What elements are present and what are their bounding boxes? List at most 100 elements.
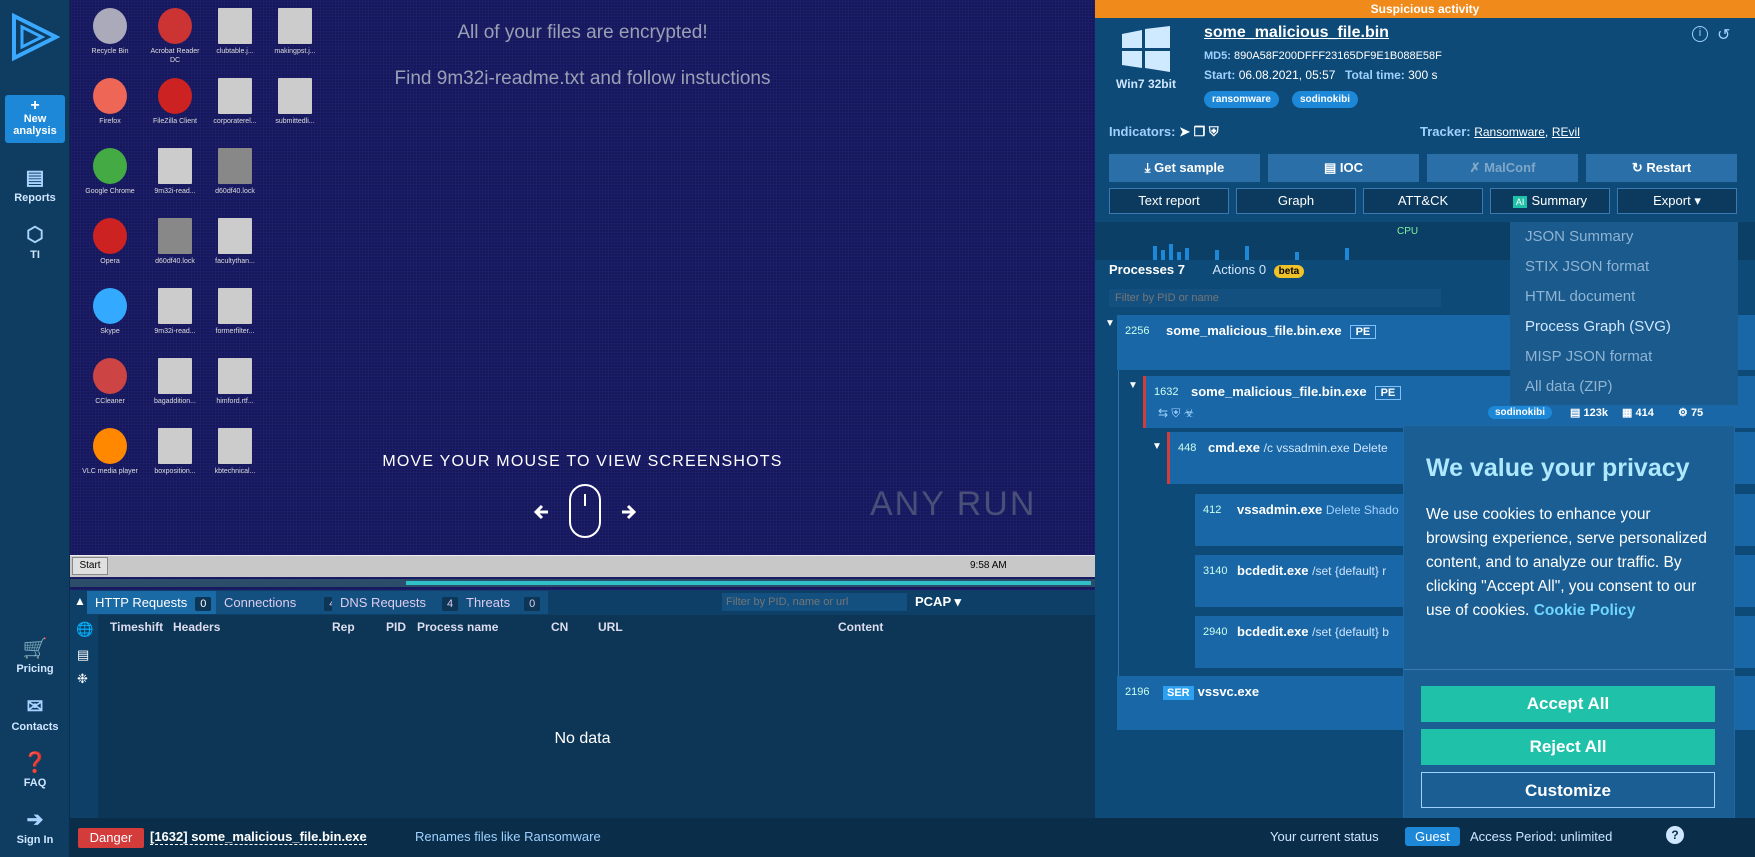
- file-icon: [93, 148, 127, 184]
- nav-pricing-label: Pricing: [16, 663, 54, 675]
- tab-connections[interactable]: Connections4: [216, 591, 349, 614]
- col-rep[interactable]: Rep: [332, 620, 355, 634]
- start-label: Start:: [1204, 68, 1236, 82]
- tag-ransomware[interactable]: ransomware: [1204, 91, 1279, 108]
- nav-reports-label: Reports: [14, 192, 56, 204]
- nav-ti-label: TI: [30, 249, 40, 261]
- info-icon[interactable]: i: [1692, 26, 1708, 42]
- desktop-icon[interactable]: d60df40.lock: [205, 148, 265, 196]
- col-timeshift[interactable]: Timeshift: [110, 620, 163, 634]
- export-button[interactable]: Export ▾: [1617, 188, 1737, 214]
- screenshot-progress[interactable]: [70, 579, 1095, 587]
- desktop-icon[interactable]: himford.rtf...: [205, 358, 265, 406]
- tab-http-requests[interactable]: HTTP Requests 0: [87, 591, 220, 614]
- col-process-name[interactable]: Process name: [417, 620, 498, 634]
- summary-button[interactable]: AI Summary: [1490, 188, 1610, 214]
- tab-dns-requests[interactable]: DNS Requests 4: [332, 591, 467, 614]
- desktop-icon[interactable]: Recycle Bin: [80, 8, 140, 56]
- process-name: some_malicious_file.bin.exe PE: [1166, 323, 1377, 339]
- desktop-icon[interactable]: Google Chrome: [80, 148, 140, 196]
- bug-icon[interactable]: ❉: [77, 671, 88, 687]
- desktop-icon[interactable]: bagaddition...: [145, 358, 205, 406]
- malconf-button[interactable]: ✗ MalConf: [1427, 154, 1578, 182]
- share-icon[interactable]: ↺: [1717, 25, 1730, 45]
- reject-all-button[interactable]: Reject All: [1421, 729, 1715, 765]
- status-process-link[interactable]: [1632] some_malicious_file.bin.exe: [150, 829, 367, 845]
- export-stix-json[interactable]: STIX JSON format: [1510, 252, 1738, 282]
- globe-icon[interactable]: 🌐: [76, 621, 93, 638]
- collapse-icon[interactable]: ▲: [74, 594, 86, 608]
- desktop-icon[interactable]: corporaterel...: [205, 78, 265, 126]
- nav-signin[interactable]: ➔ Sign In: [4, 807, 66, 846]
- export-json-summary[interactable]: JSON Summary: [1510, 222, 1738, 252]
- anyrun-logo-icon[interactable]: [10, 12, 60, 62]
- vm-screenshot[interactable]: All of your files are encrypted! Find 9m…: [70, 0, 1095, 590]
- tag-sodinokibi[interactable]: sodinokibi: [1292, 91, 1358, 108]
- get-sample-button[interactable]: ⤓ Get sample: [1109, 154, 1260, 182]
- start-button[interactable]: Start: [72, 557, 108, 575]
- accept-all-button[interactable]: Accept All: [1421, 686, 1715, 722]
- tracker-link-revil[interactable]: REvil: [1552, 125, 1580, 139]
- processes-tab[interactable]: Processes 7: [1109, 262, 1185, 277]
- export-process-graph[interactable]: Process Graph (SVG): [1510, 312, 1738, 342]
- desktop-icon[interactable]: 9m32i-read...: [145, 288, 205, 336]
- restart-button[interactable]: ↻ Restart: [1586, 154, 1737, 182]
- export-html-document[interactable]: HTML document: [1510, 282, 1738, 312]
- graph-button[interactable]: Graph: [1236, 188, 1356, 214]
- desktop-icon-label: Recycle Bin: [91, 48, 129, 55]
- desktop-icon[interactable]: makingpst.j...: [265, 8, 325, 56]
- desktop-icon[interactable]: Firefox: [80, 78, 140, 126]
- pcap-button[interactable]: PCAP ▾: [915, 594, 961, 610]
- privacy-divider: [1404, 669, 1734, 670]
- desktop-icon[interactable]: d60df40.lock: [145, 218, 205, 266]
- attck-button[interactable]: ATT&CK: [1363, 188, 1483, 214]
- desktop-icon[interactable]: CCleaner: [80, 358, 140, 406]
- nav-ti[interactable]: ⬡ TI: [4, 222, 66, 261]
- help-icon[interactable]: ?: [1666, 826, 1684, 844]
- nav-faq[interactable]: ❓ FAQ: [4, 750, 66, 789]
- new-analysis-button[interactable]: + New analysis: [5, 95, 65, 143]
- nav-reports[interactable]: ▤ Reports: [4, 165, 66, 204]
- col-cn[interactable]: CN: [551, 620, 568, 634]
- file-icon: [218, 148, 252, 184]
- desktop-icon[interactable]: clubtable.j...: [205, 8, 265, 56]
- process-2256-expand[interactable]: ▼: [1105, 318, 1115, 329]
- desktop-icon[interactable]: submittedli...: [265, 78, 325, 126]
- network-filter-input[interactable]: [722, 593, 907, 611]
- nav-pricing[interactable]: 🛒 Pricing: [4, 636, 66, 675]
- actions-tab[interactable]: Actions 0: [1213, 262, 1267, 277]
- col-pid[interactable]: PID: [386, 620, 406, 634]
- ioc-button[interactable]: ▤ IOC: [1268, 154, 1419, 182]
- desktop-icon[interactable]: facultythan...: [205, 218, 265, 266]
- filename[interactable]: some_malicious_file.bin: [1204, 24, 1389, 42]
- desktop-icon[interactable]: Acrobat Reader DC: [145, 8, 205, 65]
- process-1632-expand[interactable]: ▼: [1128, 380, 1138, 391]
- desktop-icon[interactable]: formerfilter...: [205, 288, 265, 336]
- col-url[interactable]: URL: [598, 620, 623, 634]
- text-report-button[interactable]: Text report: [1109, 188, 1229, 214]
- process-filter-input[interactable]: [1109, 289, 1441, 307]
- process-448-expand[interactable]: ▼: [1152, 441, 1162, 452]
- rocket-icon[interactable]: ➤: [1179, 124, 1190, 139]
- indicators: Indicators: ➤ ❐ ⛨: [1109, 124, 1219, 140]
- tracker-link-ransomware[interactable]: Ransomware: [1474, 125, 1545, 139]
- anyrun-watermark: ANY RUN: [870, 485, 1037, 523]
- shield-icon[interactable]: ⛨: [1209, 124, 1219, 139]
- col-headers[interactable]: Headers: [173, 620, 220, 634]
- col-content[interactable]: Content: [838, 620, 883, 634]
- customize-button[interactable]: Customize: [1421, 772, 1715, 808]
- export-misp-json[interactable]: MISP JSON format: [1510, 342, 1738, 372]
- cookie-policy-link[interactable]: Cookie Policy: [1534, 602, 1636, 619]
- hexagon-icon: ⬡: [26, 224, 44, 246]
- desktop-icon[interactable]: 9m32i-read...: [145, 148, 205, 196]
- export-all-data[interactable]: All data (ZIP): [1510, 372, 1738, 402]
- file-icon[interactable]: ▤: [77, 647, 89, 663]
- md5-value[interactable]: 890A58F200DFFF23165DF9E1B088E58F: [1234, 50, 1442, 62]
- copy-icon[interactable]: ❐: [1194, 124, 1206, 139]
- nav-contacts[interactable]: ✉ Contacts: [4, 694, 66, 733]
- desktop-icon[interactable]: Opera: [80, 218, 140, 266]
- desktop-icon[interactable]: FileZilla Client: [145, 78, 205, 126]
- tab-threats[interactable]: Threats 0: [458, 591, 549, 614]
- desktop-icon[interactable]: Skype: [80, 288, 140, 336]
- process-name: some_malicious_file.bin.exe PE: [1191, 384, 1402, 400]
